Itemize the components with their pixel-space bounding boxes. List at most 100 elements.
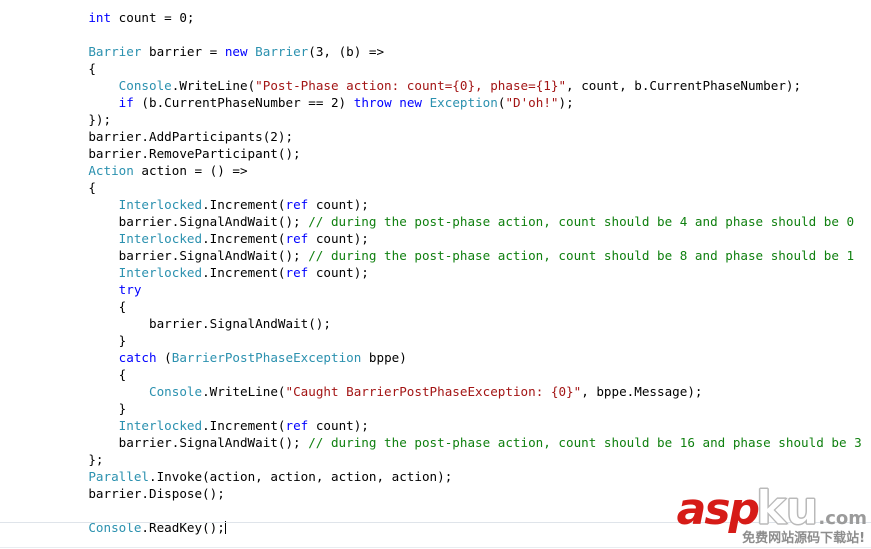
- region-separator-line-secondary: [0, 547, 871, 548]
- code-token-pln: {: [58, 367, 127, 382]
- code-token-pln: );: [558, 95, 574, 110]
- code-line[interactable]: Parallel.Invoke(action, action, action, …: [58, 468, 871, 485]
- code-line[interactable]: {: [58, 60, 871, 77]
- code-token-pln: [58, 350, 119, 365]
- code-line[interactable]: try: [58, 281, 871, 298]
- code-line[interactable]: Console.WriteLine("Caught BarrierPostPha…: [58, 383, 871, 400]
- code-token-pln: count);: [308, 197, 369, 212]
- code-line[interactable]: [58, 502, 871, 519]
- code-token-type: Barrier: [255, 44, 309, 59]
- code-token-str: "Caught BarrierPostPhaseException: {0}": [285, 384, 582, 399]
- code-token-pln: {: [58, 299, 127, 314]
- code-token-pln: .Increment(: [202, 197, 286, 212]
- code-token-type: Interlocked: [118, 197, 203, 212]
- code-line[interactable]: });: [58, 111, 871, 128]
- code-token-kw: ref: [285, 231, 309, 246]
- code-token-kw: int: [88, 10, 112, 25]
- code-token-pln: [58, 265, 119, 280]
- code-token-pln: count = 0;: [111, 10, 195, 25]
- code-token-type: Interlocked: [118, 231, 203, 246]
- code-token-pln: action = () =>: [133, 163, 248, 178]
- region-separator-line: [0, 522, 871, 523]
- code-token-type: Action: [88, 163, 134, 178]
- code-editor-surface[interactable]: int count = 0; Barrier barrier = new Bar…: [0, 0, 871, 549]
- code-token-pln: [58, 95, 119, 110]
- code-token-pln: .Invoke(action, action, action, action);: [149, 469, 453, 484]
- code-line[interactable]: Interlocked.Increment(ref count);: [58, 230, 871, 247]
- code-line[interactable]: Interlocked.Increment(ref count);: [58, 196, 871, 213]
- code-token-pln: }: [58, 401, 127, 416]
- code-token-pln: .Increment(: [202, 231, 286, 246]
- code-line[interactable]: Console.WriteLine("Post-Phase action: co…: [58, 77, 871, 94]
- code-token-pln: .WriteLine(: [202, 384, 286, 399]
- code-line[interactable]: }: [58, 332, 871, 349]
- code-line[interactable]: [58, 26, 871, 43]
- code-token-pln: count);: [308, 265, 369, 280]
- code-token-type: Barrier: [88, 44, 142, 59]
- code-line[interactable]: barrier.SignalAndWait(); // during the p…: [58, 247, 871, 264]
- code-line[interactable]: barrier.Dispose();: [58, 485, 871, 502]
- code-token-pln: barrier.RemoveParticipant();: [58, 146, 301, 161]
- code-token-kw: try: [118, 282, 142, 297]
- code-line[interactable]: barrier.SignalAndWait(); // during the p…: [58, 434, 871, 451]
- code-token-type: Console: [149, 384, 203, 399]
- code-line[interactable]: {: [58, 179, 871, 196]
- code-token-pln: [58, 282, 119, 297]
- code-token-cmt: // during the post-phase action, count s…: [308, 214, 855, 229]
- code-token-pln: });: [58, 112, 112, 127]
- code-token-str: "Post-Phase action: count={0}, phase={1}…: [255, 78, 567, 93]
- code-token-pln: count);: [308, 231, 369, 246]
- code-token-kw: if: [118, 95, 134, 110]
- code-line[interactable]: };: [58, 451, 871, 468]
- code-token-kw: ref: [285, 265, 309, 280]
- code-token-pln: {: [58, 180, 96, 195]
- code-token-str: "D'oh!": [505, 95, 559, 110]
- code-token-pln: [58, 197, 119, 212]
- code-token-pln: barrier.SignalAndWait();: [58, 316, 331, 331]
- code-token-pln: , count, b.CurrentPhaseNumber);: [566, 78, 802, 93]
- code-token-pln: [422, 95, 430, 110]
- code-line[interactable]: barrier.AddParticipants(2);: [58, 128, 871, 145]
- code-token-type: Exception: [429, 95, 498, 110]
- code-token-pln: barrier =: [141, 44, 225, 59]
- code-token-pln: , bppe.Message);: [581, 384, 703, 399]
- code-token-pln: barrier.SignalAndWait();: [58, 214, 309, 229]
- code-line[interactable]: barrier.SignalAndWait(); // during the p…: [58, 213, 871, 230]
- code-token-kw: new: [399, 95, 422, 110]
- code-token-pln: count);: [308, 418, 369, 433]
- code-token-pln: [58, 44, 88, 59]
- code-line[interactable]: Interlocked.Increment(ref count);: [58, 264, 871, 281]
- code-line[interactable]: barrier.SignalAndWait();: [58, 315, 871, 332]
- code-token-pln: {: [58, 61, 96, 76]
- code-line[interactable]: {: [58, 366, 871, 383]
- code-token-pln: (b.CurrentPhaseNumber == 2): [133, 95, 354, 110]
- code-token-pln: [58, 384, 149, 399]
- code-token-pln: bppe): [361, 350, 407, 365]
- code-line[interactable]: Action action = () =>: [58, 162, 871, 179]
- code-line[interactable]: catch (BarrierPostPhaseException bppe): [58, 349, 871, 366]
- code-token-pln: (3, (b) =>: [308, 44, 385, 59]
- code-token-kw: catch: [118, 350, 157, 365]
- code-token-pln: [58, 163, 88, 178]
- code-token-pln: barrier.AddParticipants(2);: [58, 129, 294, 144]
- code-token-kw: ref: [285, 418, 309, 433]
- code-token-pln: };: [58, 452, 104, 467]
- code-line[interactable]: int count = 0;: [58, 9, 871, 26]
- code-line[interactable]: {: [58, 298, 871, 315]
- code-line[interactable]: }: [58, 400, 871, 417]
- code-line[interactable]: Interlocked.Increment(ref count);: [58, 417, 871, 434]
- code-token-pln: [58, 10, 88, 25]
- code-token-pln: }: [58, 333, 127, 348]
- code-token-pln: .Increment(: [202, 418, 286, 433]
- code-line[interactable]: barrier.RemoveParticipant();: [58, 145, 871, 162]
- code-text-area[interactable]: int count = 0; Barrier barrier = new Bar…: [58, 9, 871, 536]
- code-token-cmt: // during the post-phase action, count s…: [308, 435, 862, 450]
- code-line[interactable]: if (b.CurrentPhaseNumber == 2) throw new…: [58, 94, 871, 111]
- code-line[interactable]: Barrier barrier = new Barrier(3, (b) =>: [58, 43, 871, 60]
- code-editor-window: int count = 0; Barrier barrier = new Bar…: [0, 0, 871, 549]
- code-token-pln: .WriteLine(: [171, 78, 256, 93]
- code-token-type: BarrierPostPhaseException: [171, 350, 362, 365]
- code-token-kw: new: [224, 44, 248, 59]
- code-token-kw: throw: [353, 95, 392, 110]
- code-token-pln: (: [156, 350, 172, 365]
